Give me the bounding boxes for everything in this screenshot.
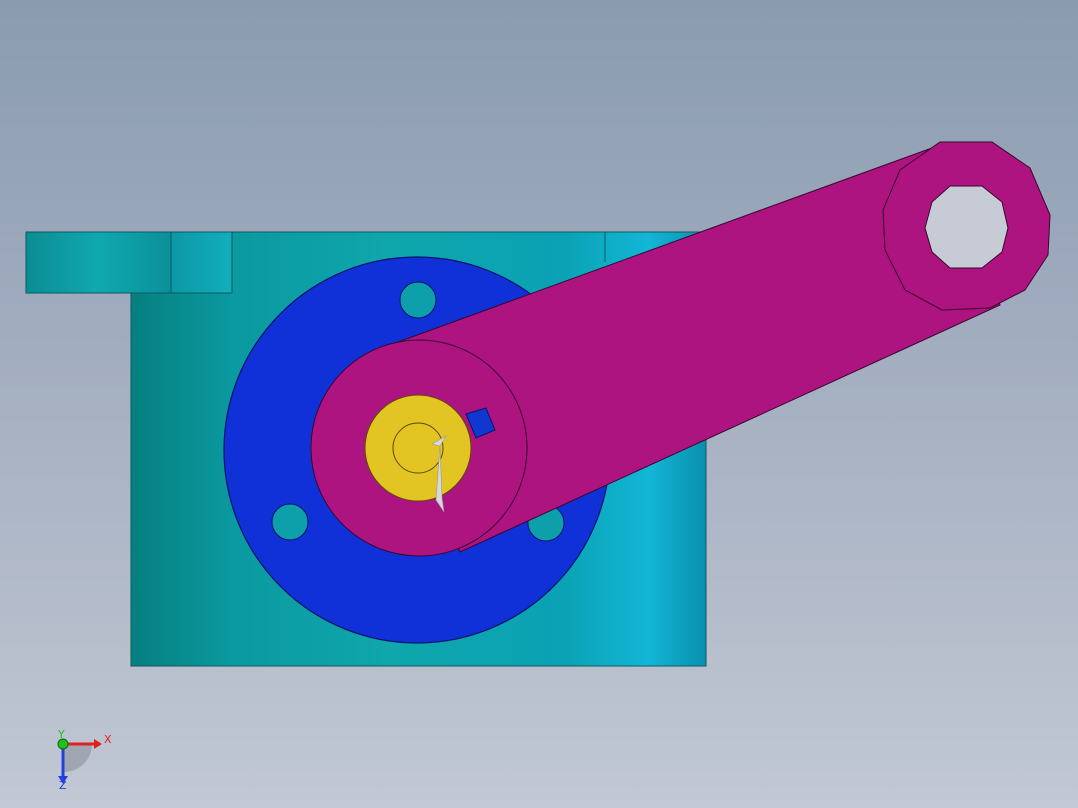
mounting-ear-left[interactable] bbox=[25, 231, 172, 294]
flange-bolt-hole[interactable] bbox=[399, 281, 437, 319]
triad-y-label: Y bbox=[57, 728, 65, 741]
triad-z-label: Z bbox=[59, 779, 67, 792]
mounting-ear-left-boss[interactable] bbox=[170, 231, 233, 294]
triad-x-arrow-icon bbox=[94, 739, 102, 749]
triad-x-label: X bbox=[104, 733, 112, 746]
orientation-triad: X Y Z bbox=[57, 728, 112, 792]
flange-bolt-hole[interactable] bbox=[271, 503, 309, 541]
model-canvas[interactable]: X Y Z bbox=[0, 0, 1078, 808]
cad-viewport[interactable]: X Y Z bbox=[0, 0, 1078, 808]
shaft-end[interactable] bbox=[364, 394, 472, 502]
triad-plane-icon bbox=[63, 744, 93, 773]
lever-arm-end-hole[interactable] bbox=[924, 185, 1009, 269]
